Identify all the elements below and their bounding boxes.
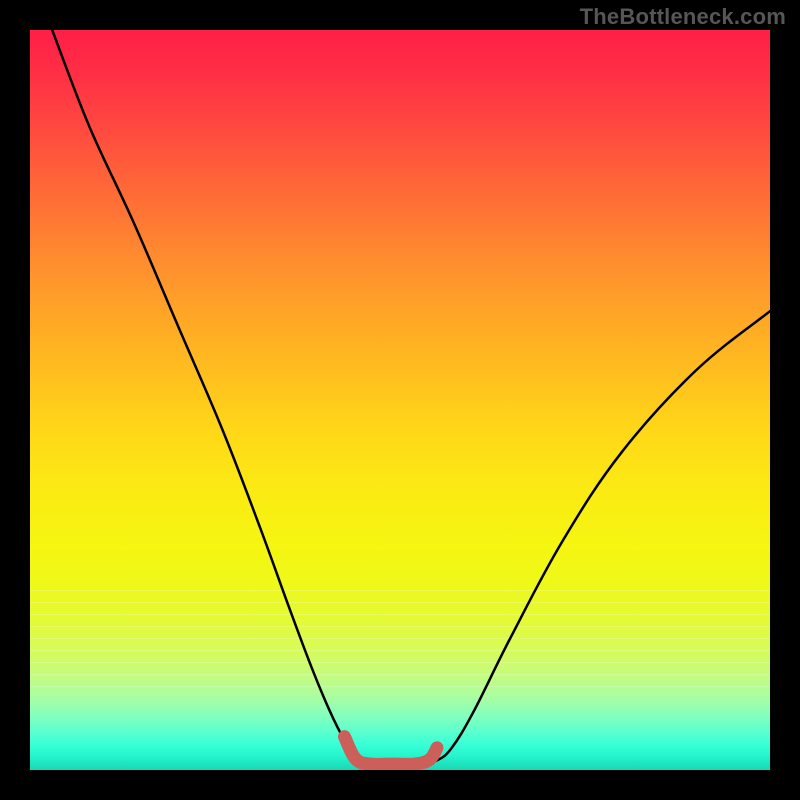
plot-area	[30, 30, 770, 770]
watermark-text: TheBottleneck.com	[580, 4, 786, 30]
black-curve	[52, 30, 770, 766]
red-emphasis-floor	[345, 737, 438, 765]
curve-svg	[30, 30, 770, 770]
chart-frame: TheBottleneck.com	[0, 0, 800, 800]
